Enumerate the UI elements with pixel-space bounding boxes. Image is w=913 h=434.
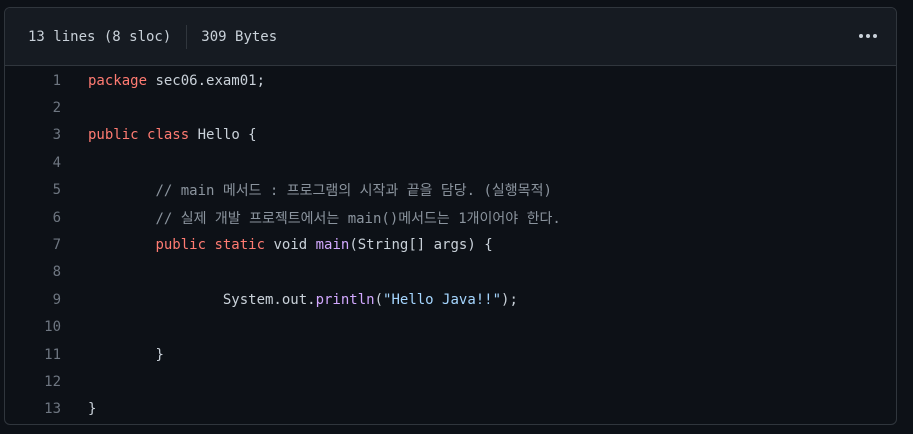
code-line: 11 } [5,341,896,368]
line-code: public static void main(String[] args) { [61,237,493,254]
line-code: // main 메서드 : 프로그램의 시작과 끝을 담당. (실행목적) [61,180,552,200]
code-token: } [88,346,164,363]
code-token: package [88,72,148,89]
line-number[interactable]: 2 [5,100,61,116]
code-token: void [265,237,316,254]
code-token: // main 메서드 : 프로그램의 시작과 끝을 담당. (실행목적) [88,183,552,200]
line-number[interactable]: 7 [5,237,61,253]
code-token: sec06.exam01; [147,72,266,89]
code-line: 8 [5,259,896,286]
line-number[interactable]: 3 [5,127,61,143]
code-line: 3 public class Hello { [5,122,896,149]
dot [859,34,863,38]
code-token: class [147,127,190,144]
line-code: System.out.println("Hello Java!!"); [61,292,518,308]
line-number[interactable]: 10 [5,319,61,335]
code-token: ); [501,291,518,308]
file-header: 13 lines (8 sloc) 309 Bytes [5,8,896,66]
code-token: public [155,237,207,254]
code-line: 2 [5,94,896,121]
line-number[interactable]: 1 [5,73,61,89]
line-code: // 실제 개발 프로젝트에서는 main()메서드는 1개이어야 한다. [61,208,561,228]
line-number[interactable]: 11 [5,347,61,363]
code-token: "Hello Java!!" [383,291,502,308]
code-line: 12 [5,368,896,395]
code-line: 1 package sec06.exam01; [5,67,896,94]
code-token: main [315,237,350,254]
code-line: 5 // main 메서드 : 프로그램의 시작과 끝을 담당. (실행목적) [5,177,896,204]
line-number[interactable]: 8 [5,264,61,280]
line-code: } [61,401,96,417]
code-token: public [88,127,139,144]
code-line: 9 System.out.println("Hello Java!!"); [5,286,896,313]
dot [873,34,877,38]
line-number[interactable]: 12 [5,374,61,390]
line-code: } [61,346,164,363]
line-count: 13 lines (8 sloc) [28,28,172,45]
code-token: (String[] args) { [349,237,493,254]
code-token: System.out. [88,291,316,308]
code-token: println [315,291,375,308]
code-line: 6 // 실제 개발 프로젝트에서는 main()메서드는 1개이어야 한다. [5,204,896,231]
line-code: package sec06.exam01; [61,73,265,89]
code-token: // 실제 개발 프로젝트에서는 main()메서드는 1개이어야 한다. [88,210,561,227]
dot [866,34,870,38]
code-token: static [214,237,266,254]
file-size: 309 Bytes [201,28,278,45]
code-token: } [88,401,97,418]
code-line: 13} [5,396,896,423]
line-code: public class Hello { [61,127,257,143]
file-viewer: 13 lines (8 sloc) 309 Bytes 1 package sec… [4,7,897,425]
kebab-horizontal-icon[interactable] [854,24,882,48]
line-number[interactable]: 6 [5,210,61,226]
code-token: ( [374,291,384,308]
code-token: Hello { [189,127,257,144]
code-line: 10 [5,314,896,341]
code-line: 7 public static void main(String[] args)… [5,231,896,258]
code-line: 4 [5,149,896,176]
code-body: 1 package sec06.exam01; 2 3 public class Hel… [5,67,896,423]
line-number[interactable]: 9 [5,292,61,308]
line-number[interactable]: 13 [5,401,61,417]
line-number[interactable]: 4 [5,155,61,171]
line-number[interactable]: 5 [5,182,61,198]
